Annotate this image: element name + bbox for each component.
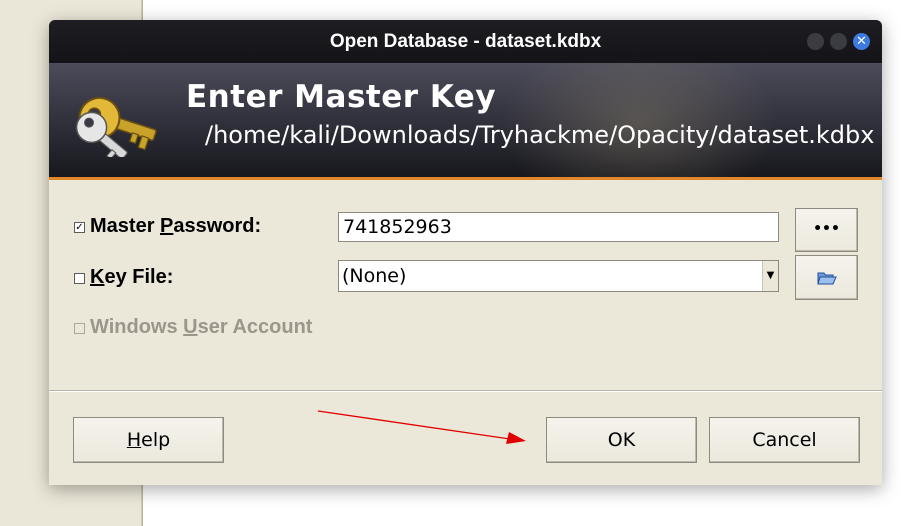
master-password-label: Master Password: xyxy=(90,215,262,237)
chevron-down-icon[interactable]: ▼ xyxy=(762,261,778,291)
window-title: Open Database - dataset.kdbx xyxy=(329,31,602,52)
folder-open-icon xyxy=(817,272,837,285)
windows-user-account-label: Windows User Account xyxy=(90,316,313,338)
key-file-selected-value: (None) xyxy=(342,265,407,287)
cancel-button[interactable]: Cancel xyxy=(709,417,860,463)
close-button[interactable]: ✕ xyxy=(853,33,870,50)
browse-key-file-button[interactable] xyxy=(795,255,858,300)
ok-button[interactable]: OK xyxy=(546,417,697,463)
show-password-button[interactable]: ••• xyxy=(795,208,858,252)
footer-separator xyxy=(49,390,882,392)
key-file-label: Key File: xyxy=(90,266,174,288)
ellipsis-icon: ••• xyxy=(813,221,840,237)
checkmark-icon: ✓ xyxy=(75,222,84,233)
key-icon xyxy=(75,96,157,157)
key-file-checkbox[interactable] xyxy=(74,273,85,284)
key-file-dropdown[interactable]: (None) ▼ xyxy=(338,260,779,292)
header-banner: Enter Master Key /home/kali/Downloads/Tr… xyxy=(49,63,882,180)
minimize-button[interactable] xyxy=(807,33,824,50)
banner-heading: Enter Master Key xyxy=(186,79,497,115)
master-password-input[interactable] xyxy=(338,212,779,242)
open-database-dialog: Open Database - dataset.kdbx ✕ Enter Mas… xyxy=(49,20,882,485)
maximize-button[interactable] xyxy=(830,33,847,50)
master-password-checkbox[interactable]: ✓ xyxy=(74,222,85,233)
database-path: /home/kali/Downloads/Tryhackme/Opacity/d… xyxy=(205,121,875,149)
help-button[interactable]: Help xyxy=(73,417,224,463)
titlebar[interactable]: Open Database - dataset.kdbx ✕ xyxy=(49,20,882,63)
close-icon: ✕ xyxy=(856,34,867,49)
windows-user-account-checkbox xyxy=(74,323,85,334)
